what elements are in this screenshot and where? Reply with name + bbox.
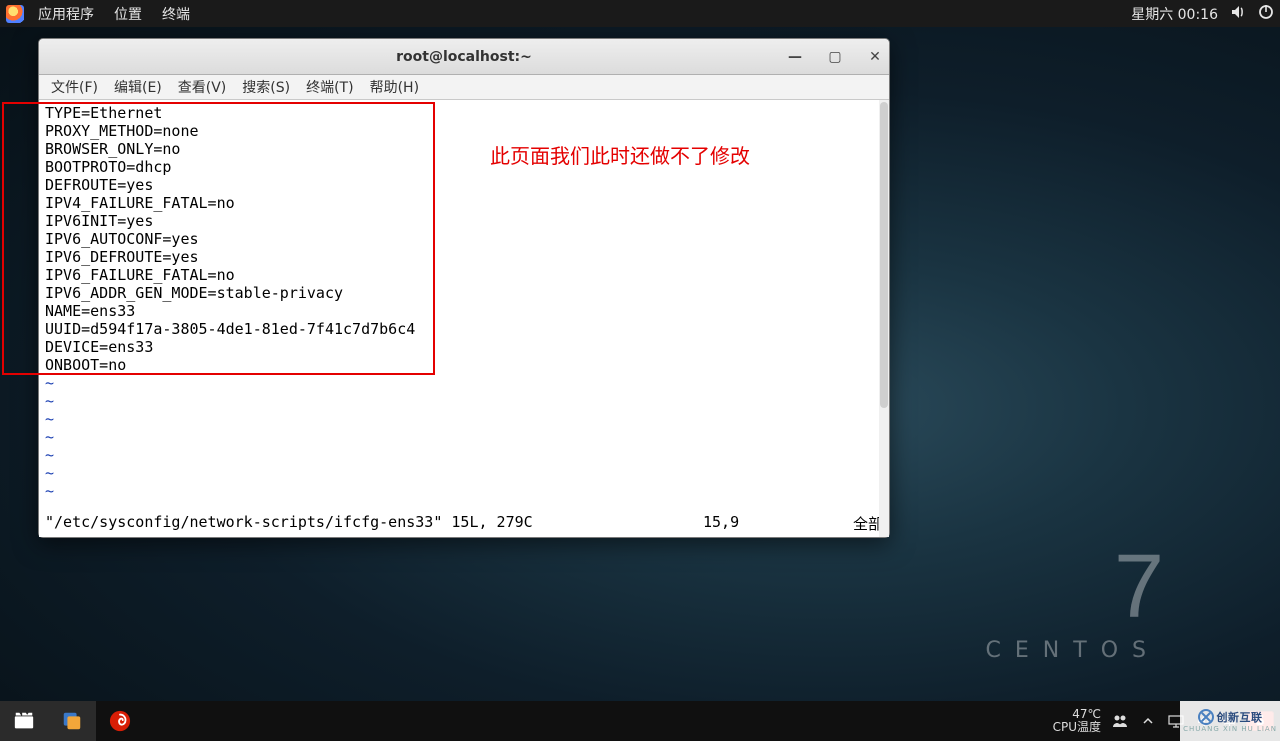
menu-applications[interactable]: 应用程序 xyxy=(28,4,104,24)
taskbar-app-video[interactable] xyxy=(0,701,48,741)
centos-name: CENTOS xyxy=(986,638,1160,663)
terminal-window: root@localhost:~ — ▢ ✕ 文件(F) 编辑(E) 查看(V)… xyxy=(38,38,890,538)
cpu-temp-widget[interactable]: 47℃ CPU温度 xyxy=(1053,708,1101,734)
window-title: root@localhost:~ xyxy=(396,49,532,65)
power-icon[interactable] xyxy=(1258,4,1274,24)
people-icon[interactable] xyxy=(1111,712,1129,730)
vi-status-line: "/etc/sysconfig/network-scripts/ifcfg-en… xyxy=(45,513,883,534)
close-button[interactable]: ✕ xyxy=(867,49,883,65)
vi-tilde-row: ~ xyxy=(45,464,883,482)
vi-tilde-row: ~ xyxy=(45,374,883,392)
scrollbar-thumb[interactable] xyxy=(880,102,888,408)
maximize-button[interactable]: ▢ xyxy=(827,49,843,65)
menu-terminal[interactable]: 终端(T) xyxy=(298,77,361,97)
taskbar-app-vmware[interactable] xyxy=(48,701,96,741)
vi-tilde-row: ~ xyxy=(45,428,883,446)
gnome-top-bar: 应用程序 位置 终端 星期六 00:16 xyxy=(0,0,1280,27)
taskbar-app-netease-music[interactable] xyxy=(96,701,144,741)
terminal-menubar: 文件(F) 编辑(E) 查看(V) 搜索(S) 终端(T) 帮助(H) xyxy=(39,75,889,100)
image-watermark: 创新互联 CHUANG XIN HU LIAN xyxy=(1180,701,1280,741)
status-position: 15,9 xyxy=(703,513,823,534)
vi-tilde-row: ~ xyxy=(45,446,883,464)
status-path: "/etc/sysconfig/network-scripts/ifcfg-en… xyxy=(45,513,533,534)
host-taskbar: 47℃ CPU温度 中 S xyxy=(0,701,1280,741)
vi-tilde-row: ~ xyxy=(45,392,883,410)
menu-places[interactable]: 位置 xyxy=(104,4,152,24)
status-percent: 全部 xyxy=(823,513,883,534)
volume-icon[interactable] xyxy=(1230,4,1246,24)
vi-tilde-row: ~ xyxy=(45,482,883,500)
cpu-temp-label: CPU温度 xyxy=(1053,721,1101,734)
window-titlebar[interactable]: root@localhost:~ — ▢ ✕ xyxy=(39,39,889,75)
watermark-en: CHUANG XIN HU LIAN xyxy=(1183,725,1277,733)
watermark-cn: 创新互联 xyxy=(1217,709,1263,725)
menu-help[interactable]: 帮助(H) xyxy=(362,77,427,97)
centos-version: 7 xyxy=(986,547,1160,628)
menu-edit[interactable]: 编辑(E) xyxy=(106,77,170,97)
terminal-scrollbar[interactable] xyxy=(879,100,889,537)
menu-search[interactable]: 搜索(S) xyxy=(234,77,298,97)
clock[interactable]: 星期六 00:16 xyxy=(1131,4,1218,24)
minimize-button[interactable]: — xyxy=(787,49,803,65)
chevron-up-icon[interactable] xyxy=(1139,712,1157,730)
vi-tilde-row: ~ xyxy=(45,410,883,428)
applications-icon xyxy=(6,5,24,23)
menu-view[interactable]: 查看(V) xyxy=(170,77,235,97)
terminal-viewport[interactable]: TYPE=Ethernet PROXY_METHOD=none BROWSER_… xyxy=(39,100,889,537)
centos-branding: 7 CENTOS xyxy=(986,547,1160,663)
terminal-content: TYPE=Ethernet PROXY_METHOD=none BROWSER_… xyxy=(39,100,889,504)
menu-terminal-app[interactable]: 终端 xyxy=(152,4,200,24)
annotation-text: 此页面我们此时还做不了修改 xyxy=(490,140,750,169)
menu-file[interactable]: 文件(F) xyxy=(43,77,106,97)
